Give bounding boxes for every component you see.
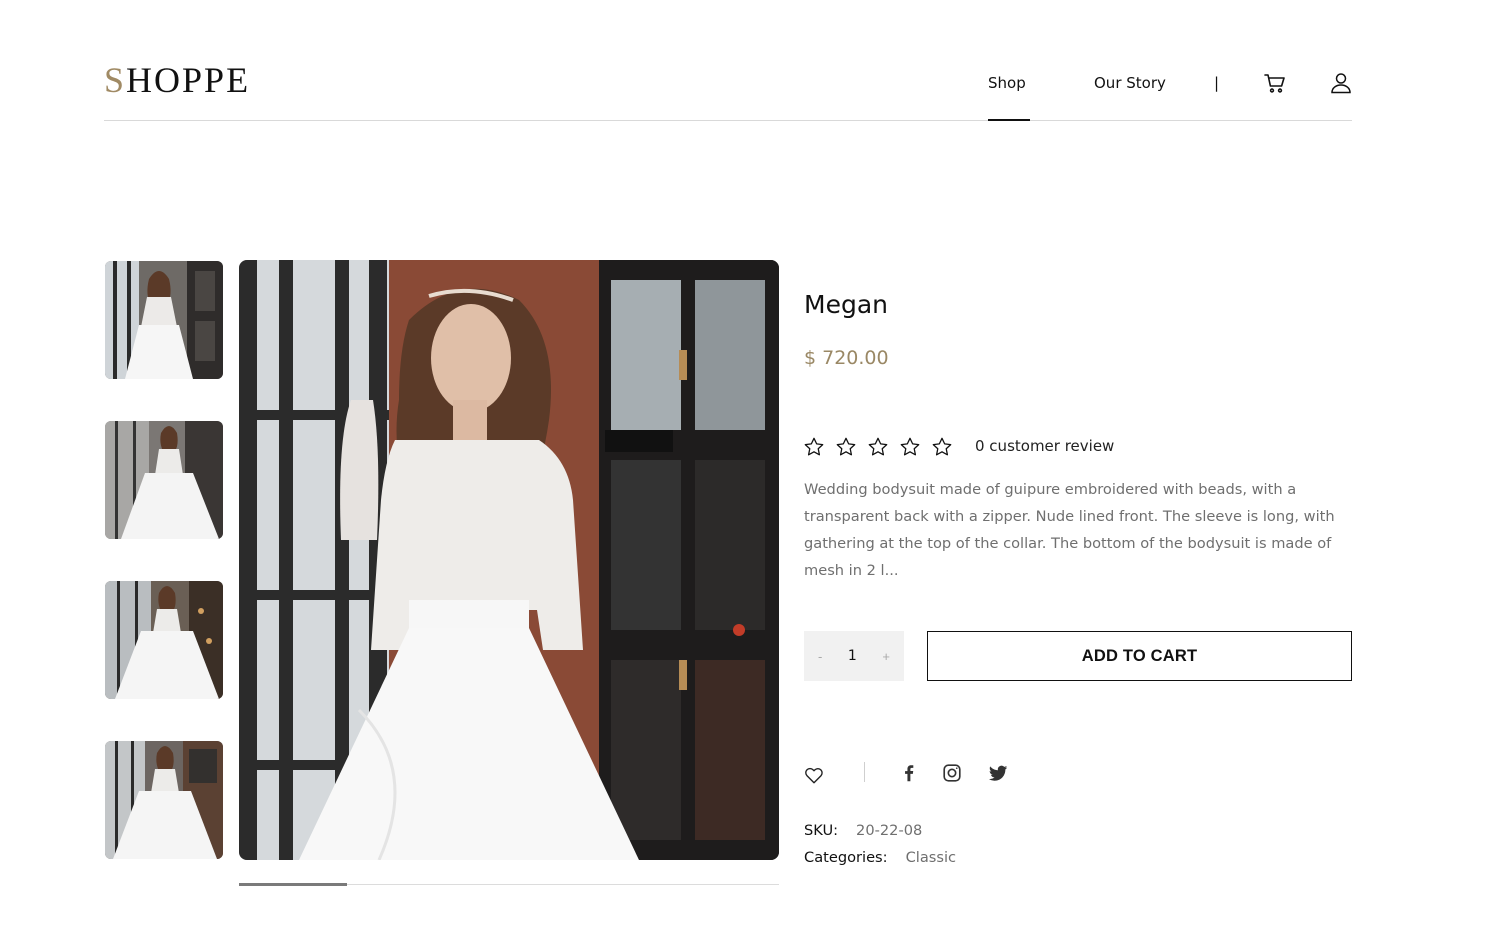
product-title: Megan xyxy=(804,290,888,319)
gallery-thumbnail-1[interactable] xyxy=(105,261,223,379)
logo-initial: S xyxy=(104,60,127,100)
sku-row: SKU: 20-22-08 xyxy=(804,822,922,839)
main-product-image[interactable] xyxy=(239,260,779,860)
nav-separator: | xyxy=(1214,74,1220,92)
sku-value: 20-22-08 xyxy=(856,822,923,839)
gallery-thumbnail-3[interactable] xyxy=(105,581,223,699)
nav-our-story[interactable]: Our Story xyxy=(1094,74,1166,92)
gallery-slider-thumb[interactable] xyxy=(239,883,347,886)
nav-active-underline xyxy=(988,119,1030,121)
product-price: $ 720.00 xyxy=(804,347,889,369)
share-divider xyxy=(864,762,865,782)
site-header: SHOPPE Shop Our Story | xyxy=(104,0,1352,121)
star-icon[interactable] xyxy=(835,436,857,458)
category-link[interactable]: Classic xyxy=(906,849,956,866)
categories-row: Categories: Classic xyxy=(804,849,956,866)
quantity-decrease-button[interactable]: - xyxy=(818,649,822,664)
instagram-icon[interactable] xyxy=(941,762,963,784)
nav-shop[interactable]: Shop xyxy=(988,74,1026,92)
rating-stars xyxy=(803,436,953,458)
heart-icon[interactable] xyxy=(803,764,825,786)
gallery-thumbnail-4[interactable] xyxy=(105,741,223,859)
quantity-increase-button[interactable]: + xyxy=(882,649,890,664)
facebook-icon[interactable] xyxy=(898,762,920,784)
star-icon[interactable] xyxy=(899,436,921,458)
quantity-input[interactable] xyxy=(837,648,868,664)
star-icon[interactable] xyxy=(867,436,889,458)
logo[interactable]: SHOPPE xyxy=(104,62,250,98)
gallery-thumbnail-2[interactable] xyxy=(105,421,223,539)
add-to-cart-button[interactable]: ADD TO CART xyxy=(927,631,1352,681)
product-description: Wedding bodysuit made of guipure embroid… xyxy=(804,481,1335,579)
star-icon[interactable] xyxy=(803,436,825,458)
sku-label: SKU: xyxy=(804,822,839,839)
user-icon[interactable] xyxy=(1328,70,1354,96)
customer-review-link[interactable]: 0 customer review xyxy=(975,437,1114,455)
quantity-stepper: - + xyxy=(804,631,904,681)
twitter-icon[interactable] xyxy=(987,762,1009,784)
categories-label: Categories: xyxy=(804,849,888,866)
logo-text: HOPPE xyxy=(126,60,251,100)
star-icon[interactable] xyxy=(931,436,953,458)
cart-icon[interactable] xyxy=(1262,70,1288,96)
